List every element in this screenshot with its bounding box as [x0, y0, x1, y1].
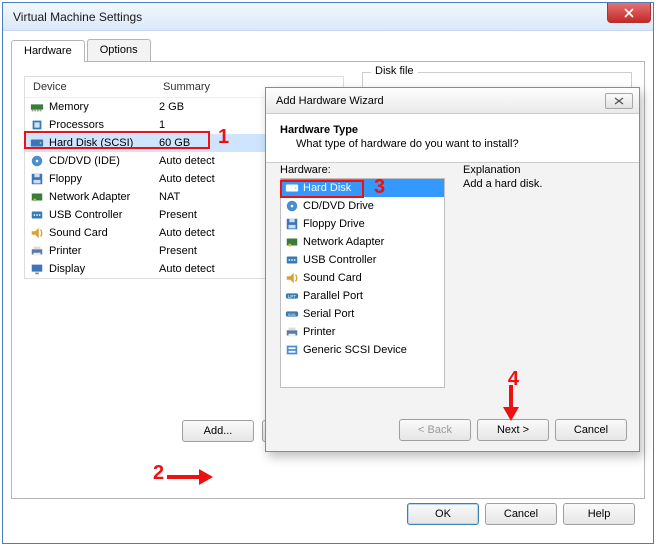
- hardware-type-label: Serial Port: [303, 308, 354, 320]
- hardware-type-item[interactable]: Network Adapter: [281, 233, 444, 251]
- printer-icon: [29, 244, 45, 258]
- device-name: Display: [49, 263, 159, 275]
- hardware-type-list[interactable]: Hard DiskCD/DVD DriveFloppy DriveNetwork…: [280, 178, 445, 388]
- disc-icon: [29, 154, 45, 168]
- floppy-icon: [29, 172, 45, 186]
- hardware-type-item[interactable]: 0101 Serial Port: [281, 305, 444, 323]
- floppy-icon: [285, 217, 299, 231]
- hardware-list-label: Hardware:: [280, 164, 445, 176]
- nic-icon: [285, 235, 299, 249]
- wizard-heading: Hardware Type: [280, 124, 625, 136]
- device-name: Printer: [49, 245, 159, 257]
- settings-title: Virtual Machine Settings: [13, 10, 142, 24]
- svg-text:0101: 0101: [288, 313, 296, 317]
- scsi-icon: [285, 343, 299, 357]
- hardware-type-item[interactable]: Floppy Drive: [281, 215, 444, 233]
- device-name: USB Controller: [49, 209, 159, 221]
- window-close-button[interactable]: [607, 3, 651, 23]
- ok-button[interactable]: OK: [407, 503, 479, 525]
- hardware-type-label: Printer: [303, 326, 335, 338]
- settings-titlebar[interactable]: Virtual Machine Settings: [3, 3, 653, 31]
- sound-icon: [29, 226, 45, 240]
- device-name: Processors: [49, 119, 159, 131]
- serial-icon: 0101: [285, 307, 299, 321]
- parallel-icon: LPT: [285, 289, 299, 303]
- display-icon: [29, 262, 45, 276]
- device-name: Memory: [49, 101, 159, 113]
- wizard-title: Add Hardware Wizard: [276, 95, 384, 107]
- svg-text:LPT: LPT: [288, 294, 296, 299]
- annotation-box-3: [280, 180, 364, 198]
- close-icon: [624, 8, 634, 18]
- disc-icon: [285, 199, 299, 213]
- arrow-icon-4: [499, 383, 523, 421]
- cancel-button[interactable]: Cancel: [485, 503, 557, 525]
- close-icon: [614, 97, 624, 105]
- usb-icon: [285, 253, 299, 267]
- wizard-header: Hardware Type What type of hardware do y…: [266, 114, 639, 163]
- arrow-icon-2: [165, 465, 213, 489]
- hardware-type-label: Parallel Port: [303, 290, 363, 302]
- explanation-text: Add a hard disk.: [463, 178, 625, 190]
- add-hardware-wizard: Add Hardware Wizard Hardware Type What t…: [265, 87, 640, 452]
- hardware-type-label: Sound Card: [303, 272, 362, 284]
- wizard-close-button[interactable]: [605, 93, 633, 109]
- wizard-titlebar[interactable]: Add Hardware Wizard: [266, 88, 639, 114]
- col-summary: Summary: [155, 77, 218, 97]
- hardware-type-item[interactable]: CD/DVD Drive: [281, 197, 444, 215]
- hardware-type-item[interactable]: Sound Card: [281, 269, 444, 287]
- explanation-label: Explanation: [463, 164, 625, 176]
- annotation-box-1: [24, 131, 210, 149]
- tab-hardware[interactable]: Hardware: [11, 40, 85, 62]
- nic-icon: [29, 190, 45, 204]
- annotation-3: 3: [374, 176, 385, 199]
- hardware-type-label: Generic SCSI Device: [303, 344, 407, 356]
- hardware-type-item[interactable]: Printer: [281, 323, 444, 341]
- device-name: Sound Card: [49, 227, 159, 239]
- hardware-type-item[interactable]: USB Controller: [281, 251, 444, 269]
- hardware-type-label: Network Adapter: [303, 236, 384, 248]
- hardware-type-item[interactable]: Generic SCSI Device: [281, 341, 444, 359]
- disk-file-label: Disk file: [371, 65, 418, 77]
- memory-icon: [29, 100, 45, 114]
- annotation-1: 1: [218, 126, 229, 149]
- cpu-icon: [29, 118, 45, 132]
- usb-icon: [29, 208, 45, 222]
- wizard-cancel-button[interactable]: Cancel: [555, 419, 627, 441]
- help-button[interactable]: Help: [563, 503, 635, 525]
- device-name: Floppy: [49, 173, 159, 185]
- device-name: CD/DVD (IDE): [49, 155, 159, 167]
- col-device: Device: [25, 77, 155, 97]
- printer-icon: [285, 325, 299, 339]
- wizard-back-button[interactable]: < Back: [399, 419, 471, 441]
- wizard-subheading: What type of hardware do you want to ins…: [280, 138, 625, 150]
- sound-icon: [285, 271, 299, 285]
- wizard-next-button[interactable]: Next >: [477, 419, 549, 441]
- tab-options[interactable]: Options: [87, 39, 151, 61]
- hardware-type-label: USB Controller: [303, 254, 376, 266]
- add-button[interactable]: Add...: [182, 420, 254, 442]
- annotation-2: 2: [153, 462, 164, 485]
- hardware-type-item[interactable]: LPT Parallel Port: [281, 287, 444, 305]
- hardware-type-label: CD/DVD Drive: [303, 200, 374, 212]
- hardware-type-label: Floppy Drive: [303, 218, 365, 230]
- device-name: Network Adapter: [49, 191, 159, 203]
